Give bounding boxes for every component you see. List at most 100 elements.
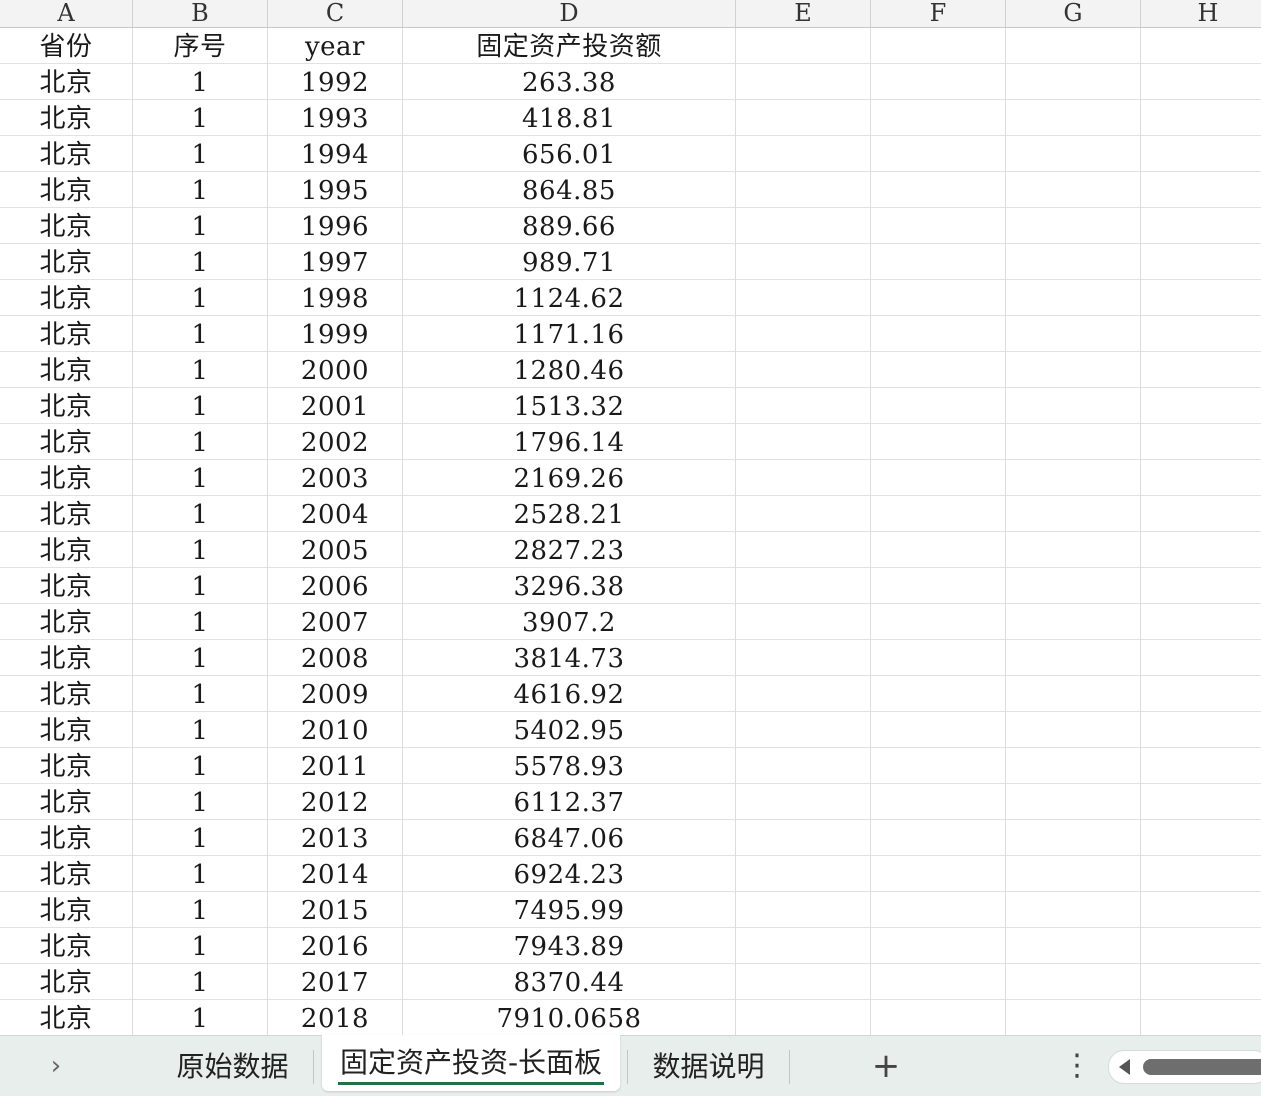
- table-cell[interactable]: 5578.93: [403, 748, 736, 784]
- table-cell[interactable]: 北京: [0, 172, 133, 208]
- table-cell[interactable]: [736, 136, 871, 172]
- table-cell[interactable]: 1: [133, 388, 268, 424]
- column-header-c[interactable]: C: [268, 0, 403, 27]
- table-cell[interactable]: [871, 496, 1006, 532]
- table-cell[interactable]: 2000: [268, 352, 403, 388]
- table-cell[interactable]: 5402.95: [403, 712, 736, 748]
- spreadsheet-grid[interactable]: A B C D E F G H 省份 序号 year 固定资产投资额 北京 1 1992 26…: [0, 0, 1261, 1035]
- column-header-g[interactable]: G: [1006, 0, 1141, 27]
- table-cell[interactable]: 北京: [0, 568, 133, 604]
- table-cell[interactable]: [1141, 748, 1261, 784]
- table-cell[interactable]: [1006, 856, 1141, 892]
- table-cell[interactable]: 3296.38: [403, 568, 736, 604]
- horizontal-scrollbar[interactable]: [1108, 1050, 1261, 1084]
- table-cell[interactable]: [1006, 820, 1141, 856]
- table-cell[interactable]: 1: [133, 1000, 268, 1035]
- table-cell[interactable]: [871, 712, 1006, 748]
- table-cell[interactable]: 2008: [268, 640, 403, 676]
- table-cell[interactable]: [871, 1000, 1006, 1035]
- table-cell[interactable]: 1280.46: [403, 352, 736, 388]
- table-cell[interactable]: [1141, 1000, 1261, 1035]
- table-cell[interactable]: [871, 136, 1006, 172]
- table-cell[interactable]: [871, 604, 1006, 640]
- table-cell[interactable]: 1: [133, 244, 268, 280]
- table-cell[interactable]: 1: [133, 676, 268, 712]
- table-cell[interactable]: 2005: [268, 532, 403, 568]
- table-cell[interactable]: 2002: [268, 424, 403, 460]
- table-cell[interactable]: 北京: [0, 424, 133, 460]
- table-cell[interactable]: [1141, 496, 1261, 532]
- header-cell[interactable]: 省份: [0, 28, 133, 64]
- table-cell[interactable]: [736, 892, 871, 928]
- table-cell[interactable]: [1141, 532, 1261, 568]
- table-cell[interactable]: [736, 316, 871, 352]
- table-cell[interactable]: [736, 820, 871, 856]
- table-cell[interactable]: [1141, 172, 1261, 208]
- table-cell[interactable]: [736, 244, 871, 280]
- table-cell[interactable]: 北京: [0, 892, 133, 928]
- table-cell[interactable]: 北京: [0, 640, 133, 676]
- table-cell[interactable]: 7943.89: [403, 928, 736, 964]
- table-cell[interactable]: [1141, 424, 1261, 460]
- table-cell[interactable]: 1513.32: [403, 388, 736, 424]
- table-cell[interactable]: [871, 172, 1006, 208]
- table-cell[interactable]: 1124.62: [403, 280, 736, 316]
- table-cell[interactable]: [1006, 388, 1141, 424]
- table-cell[interactable]: 418.81: [403, 100, 736, 136]
- table-cell[interactable]: 1171.16: [403, 316, 736, 352]
- table-cell[interactable]: [871, 532, 1006, 568]
- table-cell[interactable]: 1995: [268, 172, 403, 208]
- table-cell[interactable]: 北京: [0, 964, 133, 1000]
- table-cell[interactable]: [1006, 568, 1141, 604]
- table-cell[interactable]: 2015: [268, 892, 403, 928]
- table-cell[interactable]: 北京: [0, 136, 133, 172]
- table-cell[interactable]: 2007: [268, 604, 403, 640]
- table-cell[interactable]: 北京: [0, 676, 133, 712]
- table-cell[interactable]: 1993: [268, 100, 403, 136]
- table-cell[interactable]: [736, 784, 871, 820]
- table-cell[interactable]: 北京: [0, 784, 133, 820]
- table-cell[interactable]: [1006, 460, 1141, 496]
- table-cell[interactable]: [871, 568, 1006, 604]
- table-cell[interactable]: [871, 280, 1006, 316]
- table-cell[interactable]: [1141, 244, 1261, 280]
- table-cell[interactable]: 北京: [0, 280, 133, 316]
- chevron-right-icon[interactable]: ›: [40, 1048, 72, 1084]
- table-cell[interactable]: [1006, 532, 1141, 568]
- table-cell[interactable]: [1141, 136, 1261, 172]
- table-cell[interactable]: 北京: [0, 748, 133, 784]
- column-header-e[interactable]: E: [736, 0, 871, 27]
- table-cell[interactable]: 1: [133, 172, 268, 208]
- table-cell[interactable]: 1999: [268, 316, 403, 352]
- table-cell[interactable]: 1: [133, 712, 268, 748]
- sheet-tab-data-description[interactable]: 数据说明: [636, 1036, 781, 1096]
- table-cell[interactable]: [1006, 316, 1141, 352]
- table-cell[interactable]: 北京: [0, 64, 133, 100]
- table-cell[interactable]: [1141, 712, 1261, 748]
- table-cell[interactable]: 2004: [268, 496, 403, 532]
- table-cell[interactable]: [736, 280, 871, 316]
- table-cell[interactable]: [736, 208, 871, 244]
- table-cell[interactable]: 1: [133, 892, 268, 928]
- table-cell[interactable]: 1994: [268, 136, 403, 172]
- table-cell[interactable]: [736, 1000, 871, 1035]
- table-cell[interactable]: [871, 316, 1006, 352]
- table-cell[interactable]: [1006, 748, 1141, 784]
- table-cell[interactable]: 2003: [268, 460, 403, 496]
- table-cell[interactable]: 北京: [0, 208, 133, 244]
- table-cell[interactable]: 1: [133, 568, 268, 604]
- table-cell[interactable]: [1006, 136, 1141, 172]
- table-cell[interactable]: [736, 424, 871, 460]
- table-cell[interactable]: 6112.37: [403, 784, 736, 820]
- table-cell[interactable]: [1141, 856, 1261, 892]
- header-cell[interactable]: year: [268, 28, 403, 64]
- table-cell[interactable]: [736, 568, 871, 604]
- column-header-h[interactable]: H: [1141, 0, 1261, 27]
- header-cell[interactable]: [1006, 28, 1141, 64]
- table-cell[interactable]: [736, 172, 871, 208]
- table-cell[interactable]: [1006, 100, 1141, 136]
- header-cell[interactable]: [736, 28, 871, 64]
- scroll-left-arrow-icon[interactable]: [1119, 1059, 1130, 1075]
- sheet-tab-fixed-asset-long-panel[interactable]: 固定资产投资-长面板: [322, 1035, 620, 1091]
- column-header-a[interactable]: A: [0, 0, 133, 27]
